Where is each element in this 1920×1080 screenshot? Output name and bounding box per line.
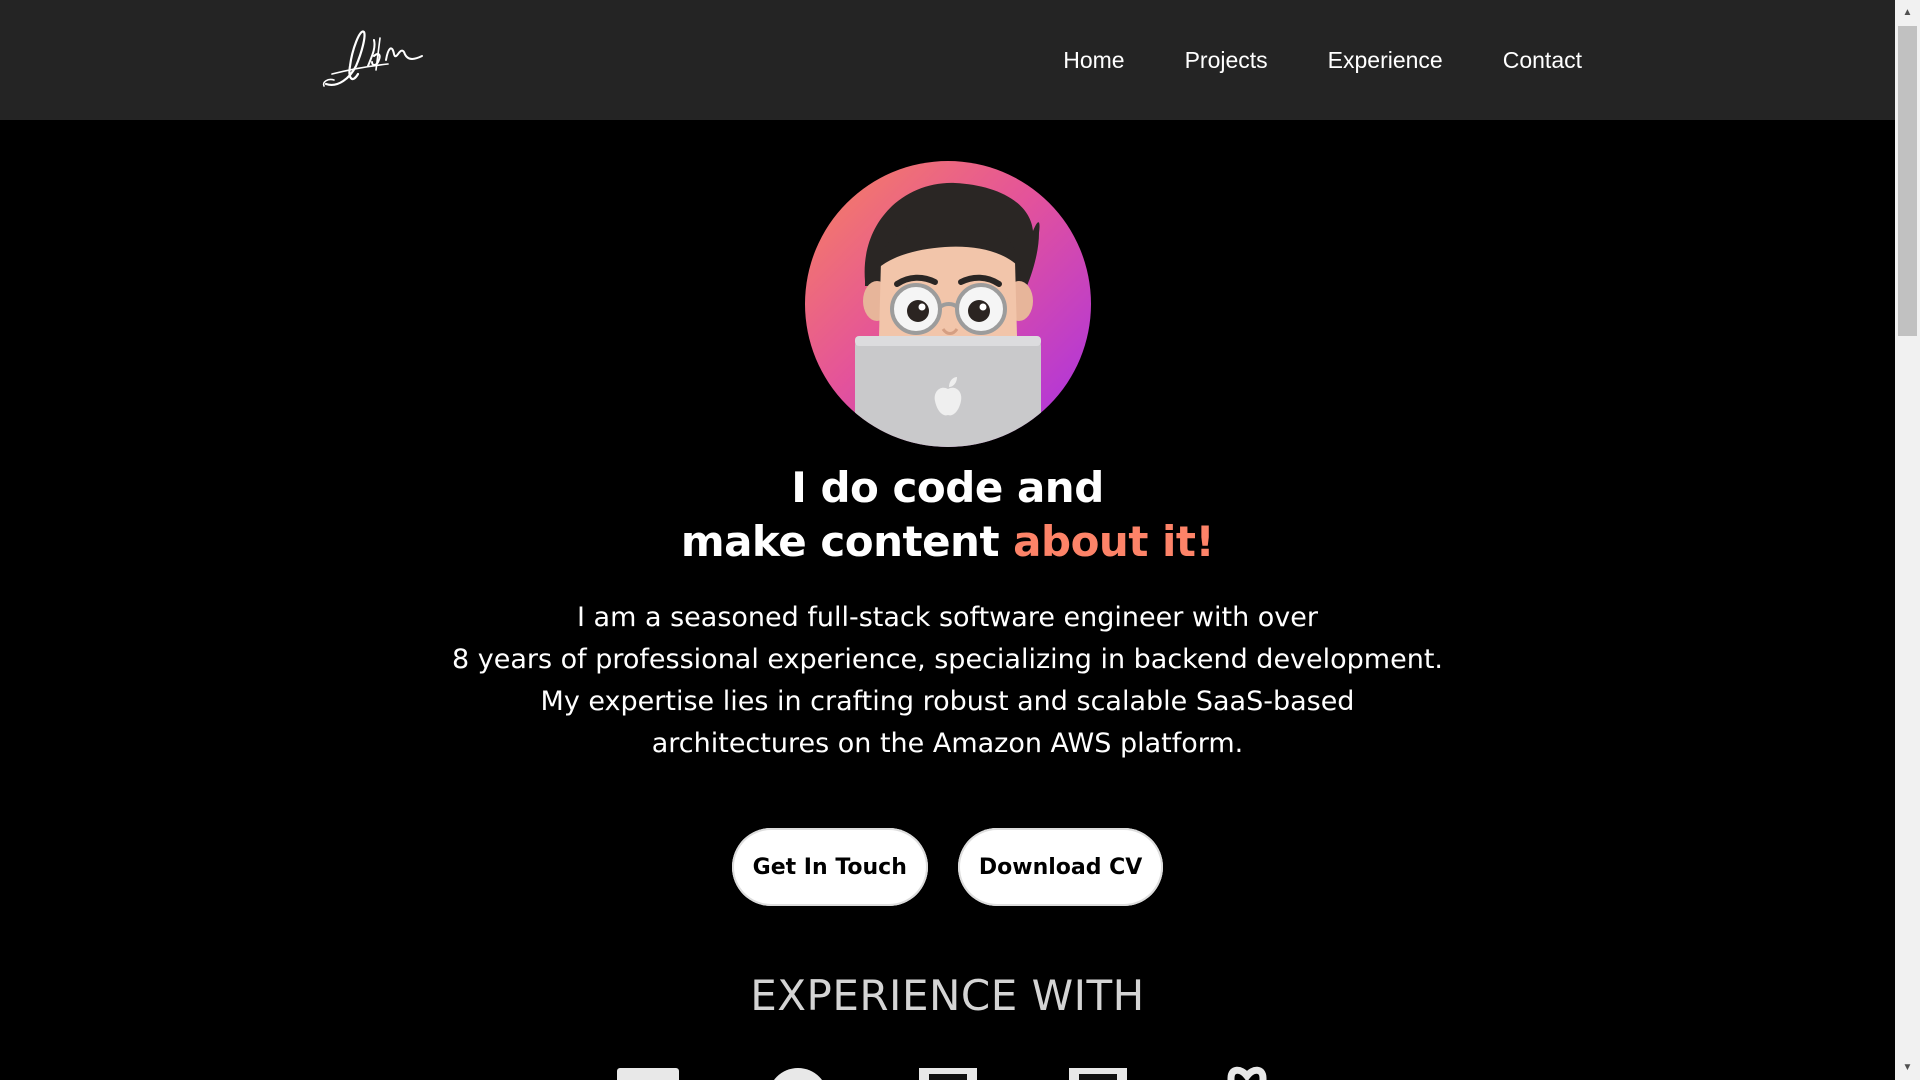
- square-icon: [616, 1068, 679, 1080]
- headline-line-2-plain: make content: [680, 517, 1014, 566]
- box-icon: [918, 1068, 977, 1080]
- intro-line: 8 years of professional experience, spec…: [452, 644, 1443, 675]
- intro-line: I am a seasoned full-stack software engi…: [577, 602, 1318, 633]
- scroll-up-arrow-icon[interactable]: ▲: [1895, 0, 1920, 25]
- intro-paragraph: I am a seasoned full-stack software engi…: [448, 597, 1448, 765]
- nav-projects-link[interactable]: Projects: [1185, 48, 1268, 72]
- scrollbar-thumb[interactable]: [1898, 26, 1917, 336]
- intro-line: architectures on the Amazon AWS platform…: [651, 728, 1244, 759]
- top-navigation-bar: Home Projects Experience Contact: [0, 0, 1895, 120]
- signature-logo[interactable]: [318, 26, 428, 94]
- bracket-icon: [1227, 1066, 1266, 1080]
- box-icon: [1068, 1068, 1127, 1080]
- intro-line: My expertise lies in crafting robust and…: [540, 686, 1355, 717]
- experience-section-title: EXPERIENCE WITH: [750, 971, 1145, 1020]
- headline-line-1: I do code and: [791, 463, 1104, 512]
- page-scrollbar[interactable]: ▲ ▼: [1895, 0, 1920, 1080]
- headline-accent: about it!: [1013, 517, 1215, 566]
- memoji-avatar-illustration: [854, 182, 1041, 447]
- circle-icon: [773, 1068, 822, 1080]
- hero-section: I do code and make content about it! I a…: [0, 120, 1895, 1080]
- nav-contact-link[interactable]: Contact: [1503, 48, 1582, 72]
- get-in-touch-button[interactable]: Get In Touch: [731, 828, 928, 906]
- download-cv-button[interactable]: Download CV: [957, 828, 1164, 906]
- page: Home Projects Experience Contact I do co…: [0, 0, 1920, 1080]
- nav-experience-link[interactable]: Experience: [1328, 48, 1443, 72]
- scroll-down-arrow-icon[interactable]: ▼: [1895, 1055, 1920, 1080]
- nav-home-link[interactable]: Home: [1063, 48, 1124, 72]
- cta-buttons: Get In Touch Download CV: [731, 828, 1164, 906]
- hero-headline: I do code and make content about it!: [680, 461, 1215, 569]
- tech-icons-row: [616, 1058, 1279, 1080]
- main-nav: Home Projects Experience Contact: [1063, 0, 1582, 120]
- avatar: [804, 161, 1091, 447]
